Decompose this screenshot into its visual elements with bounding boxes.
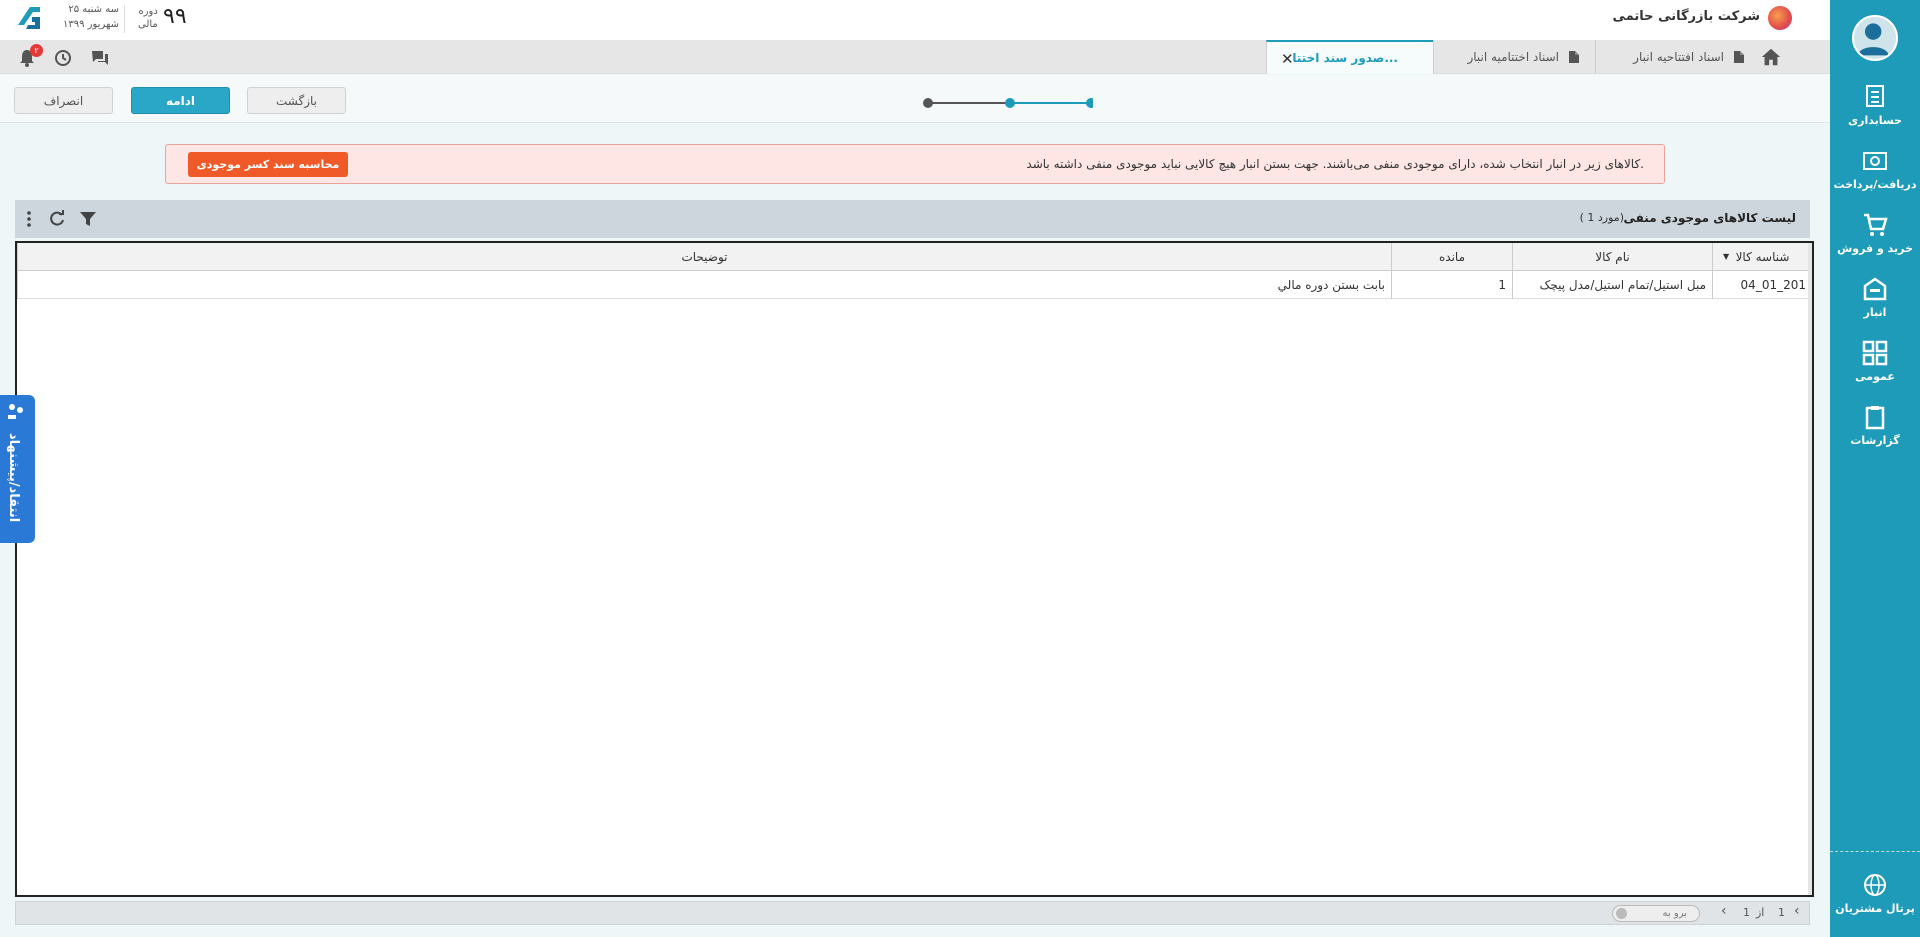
filter-icon[interactable] (78, 209, 98, 229)
step-progress (923, 98, 1093, 108)
document-add-icon (1734, 51, 1744, 63)
cell-code: 04_01_201 (1712, 271, 1812, 299)
cell-name: مبل استیل/تمام استیل/مدل پیچک (1512, 271, 1712, 299)
sidebar-item-reports[interactable]: گزارشات (1830, 404, 1920, 447)
tab-opening-documents[interactable]: اسناد افتتاحیه انبار (1595, 40, 1760, 74)
company-name: شرکت بازرگانی حاتمی (1612, 9, 1760, 24)
sort-down-icon[interactable]: ▼ (1723, 243, 1729, 271)
column-header-balance[interactable]: مانده (1391, 243, 1512, 271)
pager: ‹ 1 از 1 ‹ برو به (15, 901, 1810, 925)
cash-icon (1863, 152, 1887, 170)
column-header-name[interactable]: نام کالا (1512, 243, 1712, 271)
messages-icon[interactable] (90, 48, 110, 68)
go-to-page-input[interactable]: برو به (1612, 905, 1700, 922)
chevron-left-icon[interactable]: ‹ (1721, 903, 1727, 919)
step-2 (1005, 98, 1015, 108)
main-sidebar: حسابداری دریافت/پرداخت خرید و فروش انبار… (1830, 0, 1920, 937)
list-count: ( 1 مورد) (1579, 211, 1624, 224)
column-header-description[interactable]: توضیحات (17, 243, 1391, 271)
tab-issue-closing-document[interactable]: صدور سند اختتا... ✕ (1266, 40, 1433, 74)
sidebar-item-accounting[interactable]: حسابداری (1830, 84, 1920, 127)
accounting-icon (1866, 85, 1884, 107)
calculate-deduction-button[interactable]: محاسبه سند کسر موجودی (188, 152, 348, 177)
go-icon[interactable] (1616, 908, 1627, 919)
feedback-tab[interactable]: انتقاد/پیشنهاد (0, 395, 35, 543)
feedback-label: انتقاد/پیشنهاد (6, 433, 21, 523)
list-header: لیست کالاهای موجودی منفی ( 1 مورد) (15, 200, 1810, 238)
fiscal-period-number[interactable]: ۹۹ (163, 4, 187, 29)
avatar[interactable] (1852, 15, 1898, 61)
tab-closing-documents[interactable]: اسناد اختتامیه انبار (1433, 40, 1595, 74)
top-bar: شرکت بازرگانی حاتمی ۹۹ دوره مالی سه شنبه… (0, 0, 1830, 40)
column-header-code[interactable]: ▼ شناسه کالا (1712, 243, 1812, 271)
sidebar-item-general[interactable]: عمومی (1830, 340, 1920, 383)
continue-button[interactable]: ادامه (131, 87, 230, 114)
company-logo (1768, 6, 1792, 30)
more-options-icon[interactable] (19, 209, 39, 229)
of-label: از (1756, 906, 1765, 919)
document-add-icon (1569, 51, 1579, 63)
list-title: لیست کالاهای موجودی منفی (1623, 211, 1796, 225)
notification-badge: ۲ (30, 44, 43, 57)
sidebar-divider (1830, 851, 1920, 852)
warehouse-icon (1863, 277, 1887, 301)
grid-header-row: ▼ شناسه کالا نام کالا مانده توضیحات (17, 243, 1812, 271)
tab-bar: اسناد افتتاحیه انبار اسناد اختتامیه انبا… (0, 40, 1830, 74)
current-page: 1 (1743, 906, 1750, 919)
cell-balance: 1 (1391, 271, 1512, 299)
sidebar-item-receive-pay[interactable]: دریافت/پرداخت (1830, 148, 1920, 191)
scrollbar[interactable] (1808, 243, 1812, 895)
sidebar-item-warehouse[interactable]: انبار (1830, 276, 1920, 319)
user-icon (1857, 23, 1889, 56)
back-button[interactable]: بازگشت (247, 87, 346, 114)
current-date: سه شنبه ۲۵ شهریور ۱۳۹۹ (63, 4, 119, 30)
cart-icon (1864, 213, 1888, 236)
history-icon[interactable] (53, 48, 73, 68)
brand-logo-icon (18, 7, 40, 29)
home-icon[interactable] (1760, 46, 1782, 68)
step-1 (1086, 98, 1093, 108)
negative-stock-grid: ▼ شناسه کالا نام کالا مانده توضیحات 04_0… (15, 241, 1814, 897)
people-icon (8, 404, 23, 419)
chevron-right-icon[interactable]: ‹ (1794, 903, 1800, 919)
divider (124, 5, 125, 33)
cancel-button[interactable]: انصراف (14, 87, 113, 114)
fiscal-period-label: دوره مالی (138, 6, 158, 30)
negative-stock-alert: کالاهای زیر در انبار انتخاب شده، دارای م… (165, 144, 1665, 184)
table-row[interactable]: 04_01_201 مبل استیل/تمام استیل/مدل پیچک … (17, 271, 1812, 299)
sidebar-item-customer-portal[interactable]: پرتال مشتریان (1830, 872, 1920, 915)
alert-message: کالاهای زیر در انبار انتخاب شده، دارای م… (1026, 157, 1644, 171)
apps-icon (1862, 340, 1888, 366)
globe-icon (1864, 874, 1886, 896)
close-icon[interactable]: ✕ (1281, 50, 1294, 68)
cell-description: بابت بستن دوره مالي (17, 271, 1391, 299)
action-bar: انصراف ادامه بازگشت (0, 75, 1830, 123)
sidebar-item-purchase-sales[interactable]: خرید و فروش (1830, 212, 1920, 255)
clipboard-icon (1865, 406, 1885, 430)
step-3 (923, 98, 933, 108)
total-pages: 1 (1778, 906, 1785, 919)
refresh-icon[interactable] (47, 209, 67, 229)
